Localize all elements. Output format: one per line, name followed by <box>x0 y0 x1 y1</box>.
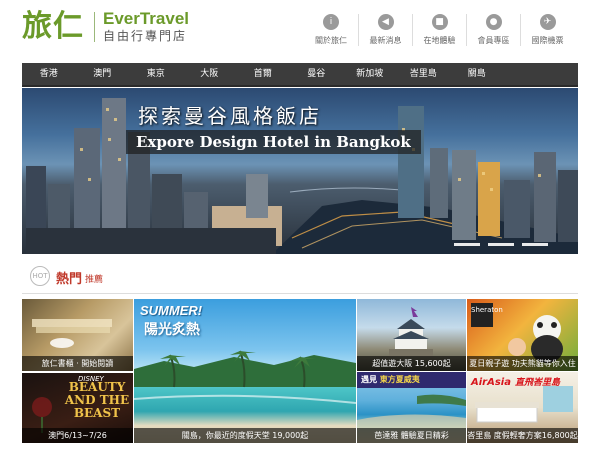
top-nav-tickets[interactable]: ✈ 國際機票 <box>520 14 574 46</box>
carousel-dot[interactable] <box>454 243 480 246</box>
nav-item-tokyo[interactable]: 東京 <box>129 62 183 86</box>
megaphone-icon: ◀ <box>377 14 394 30</box>
person-icon: ● <box>485 14 502 30</box>
promo-tile-books[interactable]: 旅仁書櫃 · 開始閱讀 <box>22 299 133 371</box>
tile-caption: 芭達雅 體驗夏日精彩 <box>357 428 466 443</box>
section-subtitle: 推薦 <box>85 275 104 285</box>
tile-caption: 超值遊大阪 15,600起 <box>357 356 466 371</box>
top-nav-label: 會員專區 <box>477 36 510 45</box>
airasia-logo: AirAsia 直飛峇里島 <box>471 375 560 388</box>
summer-subline: 陽光炙熱 <box>144 322 200 338</box>
tile-caption: 夏日親子遊 功夫熊貓等你入住 <box>467 356 578 371</box>
top-nav-label: 國際機票 <box>531 36 564 45</box>
promo-tile-pattaya[interactable]: 遇見 東方夏威夷 芭達雅 體驗夏日精彩 <box>357 372 466 443</box>
top-nav-member[interactable]: ● 會員專區 <box>466 14 520 46</box>
band-prefix: 遇見 <box>361 375 377 384</box>
top-nav-label: 最新消息 <box>369 36 402 45</box>
hero-title-cn: 探索曼谷風格飯店 <box>138 104 322 128</box>
ticket-icon: ✈ <box>539 14 556 30</box>
airasia-route: 直飛峇里島 <box>514 378 560 388</box>
top-nav-local[interactable]: ■ 在地體驗 <box>412 14 466 46</box>
promo-tile-bali[interactable]: AirAsia 直飛峇里島 峇里島 度假輕奢方案16,800起 <box>467 372 578 443</box>
nav-item-osaka[interactable]: 大阪 <box>183 62 237 86</box>
tile-caption: 峇里島 度假輕奢方案16,800起 <box>467 428 578 443</box>
nav-item-macau[interactable]: 澳門 <box>76 62 130 86</box>
brand-logo[interactable]: 旅仁 EverTravel 自由行專門店 <box>22 10 189 44</box>
promo-band: 遇見 東方夏威夷 <box>357 372 466 388</box>
brand-name-cn: 旅仁 <box>22 9 84 44</box>
top-nav-label: 關於旅仁 <box>315 36 347 45</box>
brand-name-en: EverTravel <box>103 9 190 28</box>
hero-banner[interactable]: 探索曼谷風格飯店 Expore Design Hotel in Bangkok <box>22 88 578 254</box>
carousel-dot[interactable] <box>488 243 514 246</box>
nav-item-hongkong[interactable]: 香港 <box>22 62 76 86</box>
top-nav-label: 在地體驗 <box>423 36 456 45</box>
hero-title-en: Expore Design Hotel in Bangkok <box>126 130 421 154</box>
nav-item-guam[interactable]: 關島 <box>450 62 504 86</box>
promo-tile-osaka[interactable]: 超值遊大阪 15,600起 <box>357 299 466 371</box>
nav-item-bangkok[interactable]: 曼谷 <box>290 62 344 86</box>
show-title: BEAUTY AND THE BEAST <box>64 380 130 420</box>
airasia-brand: AirAsia <box>471 377 511 388</box>
band-highlight: 東方夏威夷 <box>379 375 420 384</box>
top-nav-news[interactable]: ◀ 最新消息 <box>358 14 412 46</box>
sheraton-logo: Sheraton <box>471 303 503 327</box>
nav-item-bali[interactable]: 峇里島 <box>397 62 451 86</box>
tile-caption: 旅仁書櫃 · 開始閱讀 <box>22 356 133 371</box>
brand-tagline: 自由行專門店 <box>103 29 188 43</box>
nav-item-seoul[interactable]: 首爾 <box>236 62 290 86</box>
top-nav: i 關於旅仁 ◀ 最新消息 ■ 在地體驗 ● 會員專區 ✈ 國際機票 <box>304 14 574 46</box>
top-nav-about[interactable]: i 關於旅仁 <box>304 14 358 46</box>
carousel-dots <box>446 243 548 246</box>
promo-tile-family[interactable]: Sheraton 夏日親子遊 功夫熊貓等你入住 <box>467 299 578 371</box>
carousel-dot[interactable] <box>522 243 548 246</box>
hot-badge-icon: HOT <box>30 266 50 286</box>
summer-headline: SUMMER! <box>140 303 203 318</box>
suitcase-icon: ■ <box>431 14 448 30</box>
promo-tile-island[interactable]: SUMMER! 陽光炙熱 關島，你最近的度假天堂 19,000起 <box>134 299 356 443</box>
section-title: 熱門 <box>56 272 83 287</box>
header: 旅仁 EverTravel 自由行專門店 i 關於旅仁 ◀ 最新消息 ■ 在地體… <box>0 0 600 58</box>
section-header: HOT 熱門 推薦 <box>22 262 578 294</box>
nav-item-singapore[interactable]: 新加坡 <box>343 62 397 86</box>
tile-caption: 關島，你最近的度假天堂 19,000起 <box>134 428 356 443</box>
info-icon: i <box>323 14 339 30</box>
tile-caption: 澳門6/13~7/26 <box>22 428 133 443</box>
promo-tile-beauty-beast[interactable]: DISNEY BEAUTY AND THE BEAST 澳門6/13~7/26 <box>22 373 133 443</box>
logo-divider <box>94 12 95 42</box>
main-nav: 香港 澳門 東京 大阪 首爾 曼谷 新加坡 峇里島 關島 <box>22 63 578 87</box>
